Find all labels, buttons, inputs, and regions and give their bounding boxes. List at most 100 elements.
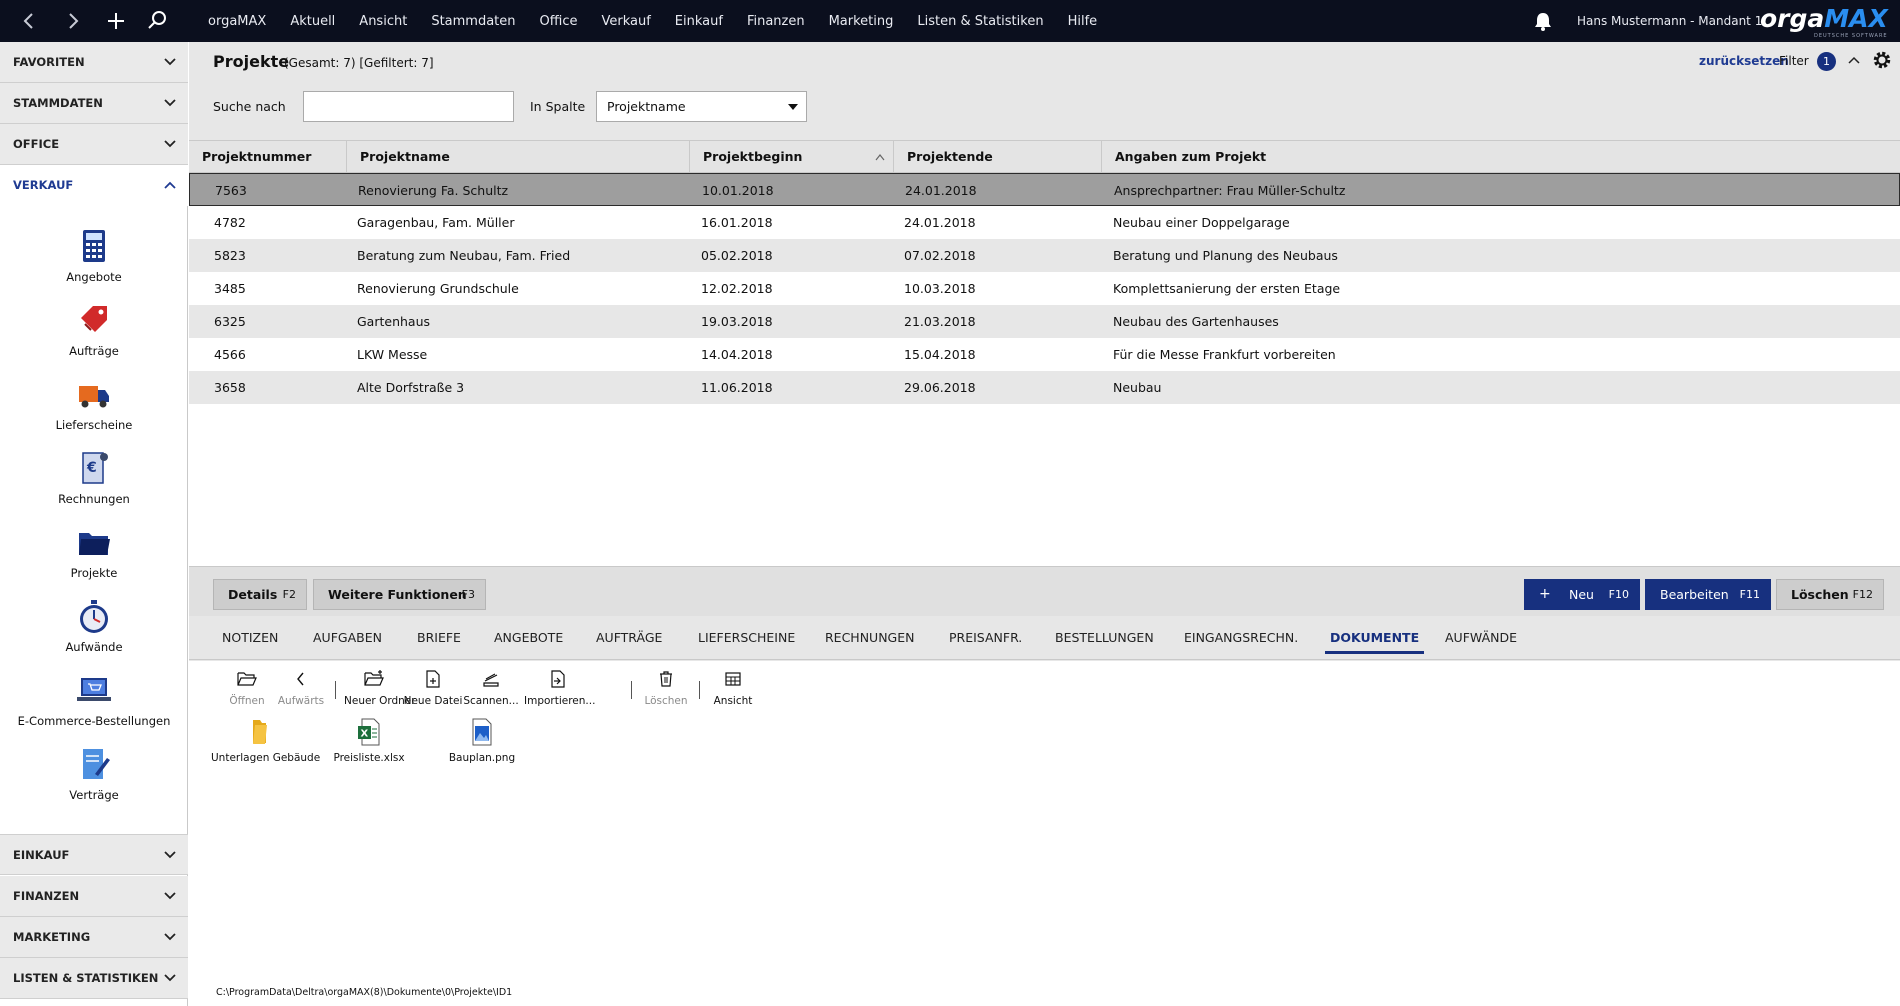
menu-hilfe[interactable]: Hilfe <box>1068 0 1098 42</box>
menu-aktuell[interactable]: Aktuell <box>290 0 335 42</box>
col-header-projektnummer[interactable]: Projektnummer <box>189 141 347 173</box>
scan-button[interactable]: Scannen... <box>461 669 521 709</box>
view-button[interactable]: Ansicht <box>703 669 763 709</box>
col-header-projektende[interactable]: Projektende <box>894 141 1102 173</box>
tab-eingangsrechn[interactable]: EINGANGSRECHN. <box>1184 616 1298 660</box>
cell-projektname: Renovierung Grundschule <box>357 281 519 296</box>
tab-rechnungen[interactable]: RECHNUNGEN <box>825 616 915 660</box>
table-row[interactable]: 4566 LKW Messe 14.04.2018 15.04.2018 Für die… <box>189 338 1900 371</box>
cell-projektnummer: 4566 <box>214 347 246 362</box>
cell-projektbeginn: 16.01.2018 <box>701 215 773 230</box>
menu-orgamax[interactable]: orgaMAX <box>208 0 266 42</box>
plus-icon[interactable] <box>101 6 131 36</box>
forward-icon[interactable] <box>58 6 88 36</box>
search-input[interactable] <box>303 91 514 122</box>
cell-projektname: Renovierung Fa. Schultz <box>358 183 509 198</box>
column-select[interactable]: Projektname <box>596 91 807 122</box>
menu-listen-statistiken[interactable]: Listen & Statistiken <box>917 0 1043 42</box>
new-button[interactable]: + Neu F10 <box>1524 579 1640 610</box>
sidebar-item-aufwaende[interactable]: Aufwände <box>0 598 188 670</box>
file-item[interactable]: X Preisliste.xlsx <box>324 717 414 765</box>
details-button[interactable]: Details F2 <box>213 579 307 610</box>
cell-projektende: 07.02.2018 <box>904 248 976 263</box>
sidebar-item-auftraege[interactable]: Aufträge <box>0 302 188 374</box>
delete-doc-button[interactable]: Löschen <box>636 669 696 709</box>
tab-notizen[interactable]: NOTIZEN <box>222 616 278 660</box>
col-header-angaben[interactable]: Angaben zum Projekt <box>1102 141 1900 173</box>
menu-office[interactable]: Office <box>540 0 578 42</box>
tab-aufwaende[interactable]: AUFWÄNDE <box>1445 616 1517 660</box>
sidebar-section-einkauf[interactable]: EINKAUF <box>0 834 188 875</box>
back-icon[interactable] <box>14 6 44 36</box>
search-icon[interactable] <box>142 6 172 36</box>
menu-einkauf[interactable]: Einkauf <box>675 0 723 42</box>
table-row[interactable]: 3485 Renovierung Grundschule 12.02.2018 10.… <box>189 272 1900 305</box>
import-button[interactable]: Importieren... <box>524 669 595 709</box>
more-functions-button[interactable]: Weitere Funktionen F3 <box>313 579 486 610</box>
action-bar: Details F2 Weitere Funktionen F3 + Neu F10 … <box>189 566 1900 616</box>
col-header-projektname[interactable]: Projektname <box>347 141 690 173</box>
top-bar: orgaMAX Aktuell Ansicht Stammdaten Offic… <box>0 0 1900 42</box>
chevron-down-icon <box>164 58 176 66</box>
edit-button[interactable]: Bearbeiten F11 <box>1645 579 1771 610</box>
menu-ansicht[interactable]: Ansicht <box>359 0 407 42</box>
sidebar-item-projekte[interactable]: Projekte <box>0 524 188 596</box>
bell-icon[interactable] <box>1532 10 1554 32</box>
sidebar-section-verkauf[interactable]: VERKAUF <box>0 165 188 206</box>
svg-text:X: X <box>361 729 369 740</box>
reset-filter-link[interactable]: zurücksetzen <box>1699 54 1789 68</box>
menu-stammdaten[interactable]: Stammdaten <box>431 0 515 42</box>
new-file-button[interactable]: Neue Datei <box>403 669 463 709</box>
sidebar-item-rechnungen[interactable]: € Rechnungen <box>0 450 188 522</box>
cell-projektbeginn: 10.01.2018 <box>702 183 774 198</box>
cell-projektnummer: 7563 <box>215 183 247 198</box>
menu-finanzen[interactable]: Finanzen <box>747 0 805 42</box>
filter-button[interactable]: Filter <box>1779 54 1809 68</box>
file-item[interactable]: Unterlagen Gebäude <box>211 717 320 765</box>
sidebar-section-marketing[interactable]: MARKETING <box>0 917 188 958</box>
tab-briefe[interactable]: BRIEFE <box>417 616 461 660</box>
sidebar-item-angebote[interactable]: Angebote <box>0 228 188 300</box>
new-folder-button[interactable]: Neuer Ordner <box>344 669 416 709</box>
tab-auftraege[interactable]: AUFTRÄGE <box>596 616 662 660</box>
tab-lieferscheine[interactable]: LIEFERSCHEINE <box>698 616 795 660</box>
delete-button[interactable]: Löschen F12 <box>1776 579 1884 610</box>
tab-dokumente[interactable]: DOKUMENTE <box>1324 616 1425 660</box>
chevron-down-icon <box>164 99 176 107</box>
folder-icon <box>79 533 110 555</box>
filter-count-badge: 1 <box>1817 52 1836 71</box>
menu-marketing[interactable]: Marketing <box>829 0 894 42</box>
col-header-projektbeginn[interactable]: Projektbeginn <box>690 141 894 173</box>
sidebar-item-vertraege[interactable]: Verträge <box>0 746 188 818</box>
table-row[interactable]: 3658 Alte Dorfstraße 3 11.06.2018 29.06.201… <box>189 371 1900 404</box>
tab-aufgaben[interactable]: AUFGABEN <box>313 616 382 660</box>
sidebar-section-office[interactable]: OFFICE <box>0 124 188 165</box>
tab-preisanfr[interactable]: PREISANFR. <box>949 616 1022 660</box>
toolbar-divider <box>631 681 632 699</box>
calculator-icon <box>83 230 105 262</box>
user-name[interactable]: Hans Mustermann - Mandant 1 <box>1577 0 1762 42</box>
table-row[interactable]: 4782 Garagenbau, Fam. Müller 16.01.2018 24.… <box>189 206 1900 239</box>
sidebar-section-listen-statistiken[interactable]: LISTEN & STATISTIKEN <box>0 958 188 999</box>
table-row[interactable]: 5823 Beratung zum Neubau, Fam. Fried 05.02… <box>189 239 1900 272</box>
sidebar-item-ecommerce[interactable]: E-Commerce-Bestellungen <box>0 672 188 744</box>
menu-verkauf[interactable]: Verkauf <box>601 0 650 42</box>
cell-projektname: Gartenhaus <box>357 314 431 329</box>
toolbar-divider <box>699 681 700 699</box>
sidebar-section-favoriten[interactable]: FAVORITEN <box>0 42 188 83</box>
table-row[interactable]: 6325 Gartenhaus 19.03.2018 21.03.2018 Neubau… <box>189 305 1900 338</box>
file-item[interactable]: Bauplan.png <box>442 717 522 765</box>
gear-icon[interactable] <box>1872 50 1892 70</box>
cell-projektende: 24.01.2018 <box>904 215 976 230</box>
sidebar-item-lieferscheine[interactable]: Lieferscheine <box>0 376 188 448</box>
tab-angebote[interactable]: ANGEBOTE <box>494 616 563 660</box>
up-button[interactable]: Aufwärts <box>271 669 331 709</box>
open-button[interactable]: Öffnen <box>217 669 277 709</box>
sidebar-section-stammdaten[interactable]: STAMMDATEN <box>0 83 188 124</box>
collapse-chevron-up-icon[interactable] <box>1846 52 1862 68</box>
table-row[interactable]: 7563 Renovierung Fa. Schultz 10.01.2018 24.… <box>189 173 1900 206</box>
cell-projektende: 15.04.2018 <box>904 347 976 362</box>
sidebar-section-finanzen[interactable]: FINANZEN <box>0 876 188 917</box>
tab-bestellungen[interactable]: BESTELLUNGEN <box>1055 616 1154 660</box>
scanner-icon <box>483 673 499 687</box>
